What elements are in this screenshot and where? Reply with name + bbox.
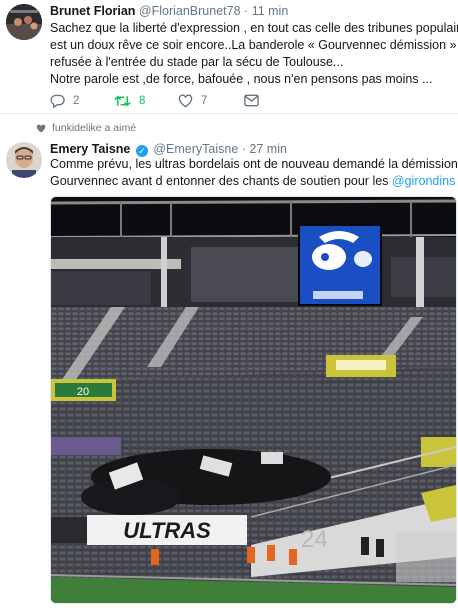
section-number: 24 bbox=[301, 526, 328, 553]
tweet-text-line: est un doux rêve ce soir encore..La band… bbox=[50, 38, 457, 52]
display-name[interactable]: Emery Taisne bbox=[50, 142, 130, 156]
retweet-count: 8 bbox=[139, 95, 146, 107]
avatar-taisne-image bbox=[6, 142, 42, 178]
like-icon bbox=[178, 94, 193, 108]
retweet-icon bbox=[114, 95, 131, 107]
reply-button[interactable]: 2 bbox=[50, 94, 79, 108]
like-button[interactable]: 7 bbox=[178, 94, 207, 108]
tweet-header: Emery Taisne ✓ @EmeryTaisne · 27 min bbox=[50, 142, 287, 157]
avatar-taisne[interactable] bbox=[6, 142, 42, 178]
reply-icon bbox=[50, 94, 65, 108]
timestamp[interactable]: 27 min bbox=[249, 142, 287, 156]
heart-small-icon bbox=[36, 124, 46, 132]
liked-by-row: funkidelike a aimé bbox=[36, 122, 136, 134]
like-count: 7 bbox=[201, 95, 208, 107]
dm-button[interactable] bbox=[244, 94, 259, 107]
stadium-photo: 20 ULTRAS 24 bbox=[51, 197, 456, 603]
tweet-taisne[interactable]: funkidelike a aimé Emery Taisne ✓ @Emery… bbox=[0, 114, 458, 608]
tweet-text: Sachez que la liberté d'expression , en … bbox=[50, 20, 458, 88]
tweet-text-line: Notre parole est ,de force, bafouée , no… bbox=[50, 72, 433, 86]
display-name[interactable]: Brunet Florian bbox=[50, 4, 135, 18]
user-handle[interactable]: @EmeryTaisne bbox=[153, 142, 238, 156]
tweet-header: Brunet Florian @FlorianBrunet78 · 11 min bbox=[50, 4, 288, 18]
tweet-text-fragment: Gourvennec avant d entonner des chants d… bbox=[50, 174, 392, 188]
user-handle[interactable]: @FlorianBrunet78 bbox=[139, 4, 241, 18]
tweet-text-line: Gourvennec avant d entonner des chants d… bbox=[50, 173, 455, 190]
liked-by-text[interactable]: funkidelike a aimé bbox=[52, 122, 136, 134]
tweet-text-line: Sachez que la liberté d'expression , en … bbox=[50, 21, 458, 35]
tweet-text-line: refusée à l'entrée du stade par la sécu … bbox=[50, 55, 344, 69]
mention-girondins[interactable]: @girondins bbox=[392, 174, 455, 188]
retweet-button[interactable]: 8 bbox=[114, 94, 145, 108]
tweet-photo[interactable]: 20 ULTRAS 24 bbox=[50, 196, 457, 604]
tweet-text-line: Comme prévu, les ultras bordelais ont de… bbox=[50, 157, 458, 171]
separator: · bbox=[241, 142, 246, 156]
avatar-brunet[interactable] bbox=[6, 4, 42, 40]
reply-count: 2 bbox=[73, 95, 80, 107]
tweet-brunet[interactable]: Brunet Florian @FlorianBrunet78 · 11 min… bbox=[0, 0, 458, 114]
dm-icon bbox=[244, 94, 259, 107]
avatar-brunet-image bbox=[6, 4, 42, 40]
timestamp[interactable]: 11 min bbox=[252, 4, 289, 18]
ultras-banner: ULTRAS bbox=[123, 518, 211, 543]
tweet-text: Comme prévu, les ultras bordelais ont de… bbox=[50, 156, 458, 190]
separator: · bbox=[244, 4, 249, 18]
stand-sign: 20 bbox=[77, 386, 89, 398]
